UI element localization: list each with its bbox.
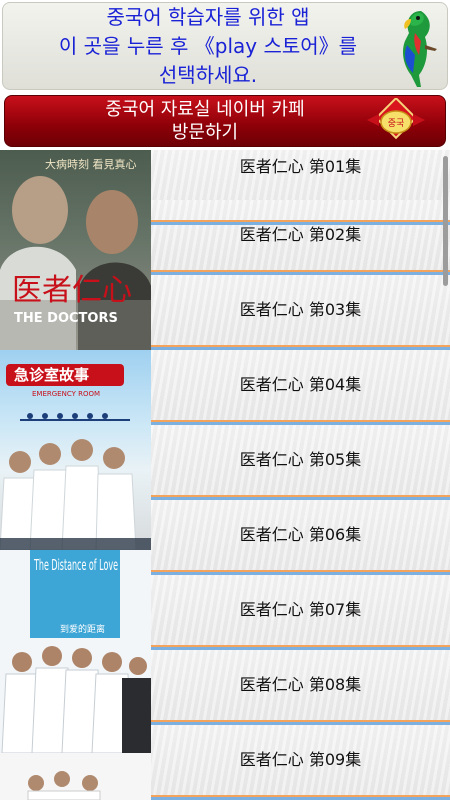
poster-art xyxy=(27,771,101,800)
poster-emergency-room[interactable]: 急诊室故事 EMERGENCY ROOM xyxy=(0,350,151,550)
poster-title: 急诊室故事 xyxy=(14,366,89,384)
episode-label: 医者仁心 第04集 xyxy=(239,375,362,394)
episode-divider xyxy=(151,795,450,800)
list-scrollbar[interactable] xyxy=(443,156,448,286)
poster-art: 大病時刻 看見真心 医者仁心 THE DOCTORS xyxy=(0,150,151,350)
poster-tagline: 大病時刻 看見真心 xyxy=(45,157,137,171)
episode-label: 医者仁心 第02集 xyxy=(239,225,362,244)
poster-subtitle: THE DOCTORS xyxy=(14,311,118,326)
poster-subtitle: 到爱的距离 xyxy=(60,623,105,635)
poster-title: The Distance of Love xyxy=(33,556,118,574)
cafe-line-2: 방문하기 xyxy=(171,122,239,143)
emblem-text: 중국 xyxy=(388,118,405,129)
episode-label: 医者仁心 第08集 xyxy=(239,675,362,694)
episode-divider xyxy=(151,570,450,575)
episode-item-09[interactable]: 医者仁心 第09集 xyxy=(151,725,450,800)
poster-art: The Distance of Love 到爱的距离 xyxy=(1,550,151,753)
parrot-icon xyxy=(403,11,437,87)
episodes-column: 医者仁心 第01集 医者仁心 第02集 医者仁心 第03集 医者仁心 第04集 … xyxy=(151,150,450,800)
poster-column: 大病時刻 看見真心 医者仁心 THE DOCTORS 急诊室故事 EMERGEN… xyxy=(0,150,151,800)
episode-item-02[interactable]: 医者仁心 第02集 xyxy=(151,200,450,275)
cafe-line-1: 중국어 자료실 네이버 카페 xyxy=(105,99,305,120)
play-store-banner[interactable]: 중국어 학습자를 위한 앱 이 곳을 누른 후 《play 스토어》를 선택하세… xyxy=(2,2,448,90)
episode-item-06[interactable]: 医者仁心 第06集 xyxy=(151,500,450,575)
promo-line-1: 중국어 학습자를 위한 앱 xyxy=(106,4,310,29)
poster-4[interactable] xyxy=(0,753,151,800)
episode-label: 医者仁心 第09集 xyxy=(239,750,362,769)
poster-title: 医者仁心 xyxy=(12,273,132,308)
promo-line-2: 이 곳을 누른 후 《play 스토어》를 xyxy=(58,33,358,58)
episode-item-07[interactable]: 医者仁心 第07集 xyxy=(151,575,450,650)
episode-label: 医者仁心 第01集 xyxy=(239,157,362,176)
poster-distance-of-love[interactable]: The Distance of Love 到爱的距离 xyxy=(0,550,151,753)
poster-art: 急诊室故事 EMERGENCY ROOM xyxy=(0,364,151,550)
episode-label: 医者仁心 第07集 xyxy=(239,600,362,619)
episode-divider xyxy=(151,495,450,500)
episode-divider xyxy=(151,270,450,275)
episode-divider xyxy=(151,345,450,350)
episode-item-08[interactable]: 医者仁心 第08集 xyxy=(151,650,450,725)
episode-divider xyxy=(151,720,450,725)
poster-subtitle: EMERGENCY ROOM xyxy=(32,390,100,398)
promo-line-3: 선택하세요. xyxy=(158,62,258,87)
episode-divider xyxy=(151,645,450,650)
episode-label: 医者仁心 第06集 xyxy=(239,525,362,544)
episode-item-05[interactable]: 医者仁心 第05集 xyxy=(151,425,450,500)
episode-label: 医者仁心 第05集 xyxy=(239,450,362,469)
chinese-ornament-icon: 중국 xyxy=(367,98,425,140)
episode-item-04[interactable]: 医者仁心 第04集 xyxy=(151,350,450,425)
episode-item-03[interactable]: 医者仁心 第03集 xyxy=(151,275,450,350)
poster-the-doctors[interactable]: 大病時刻 看見真心 医者仁心 THE DOCTORS xyxy=(0,150,151,350)
episode-label: 医者仁心 第03集 xyxy=(239,300,362,319)
episode-list[interactable]: 大病時刻 看見真心 医者仁心 THE DOCTORS 急诊室故事 EMERGEN… xyxy=(0,150,450,800)
naver-cafe-banner[interactable]: 중국어 자료실 네이버 카페 방문하기 중국 xyxy=(4,95,446,147)
episode-divider xyxy=(151,420,450,425)
